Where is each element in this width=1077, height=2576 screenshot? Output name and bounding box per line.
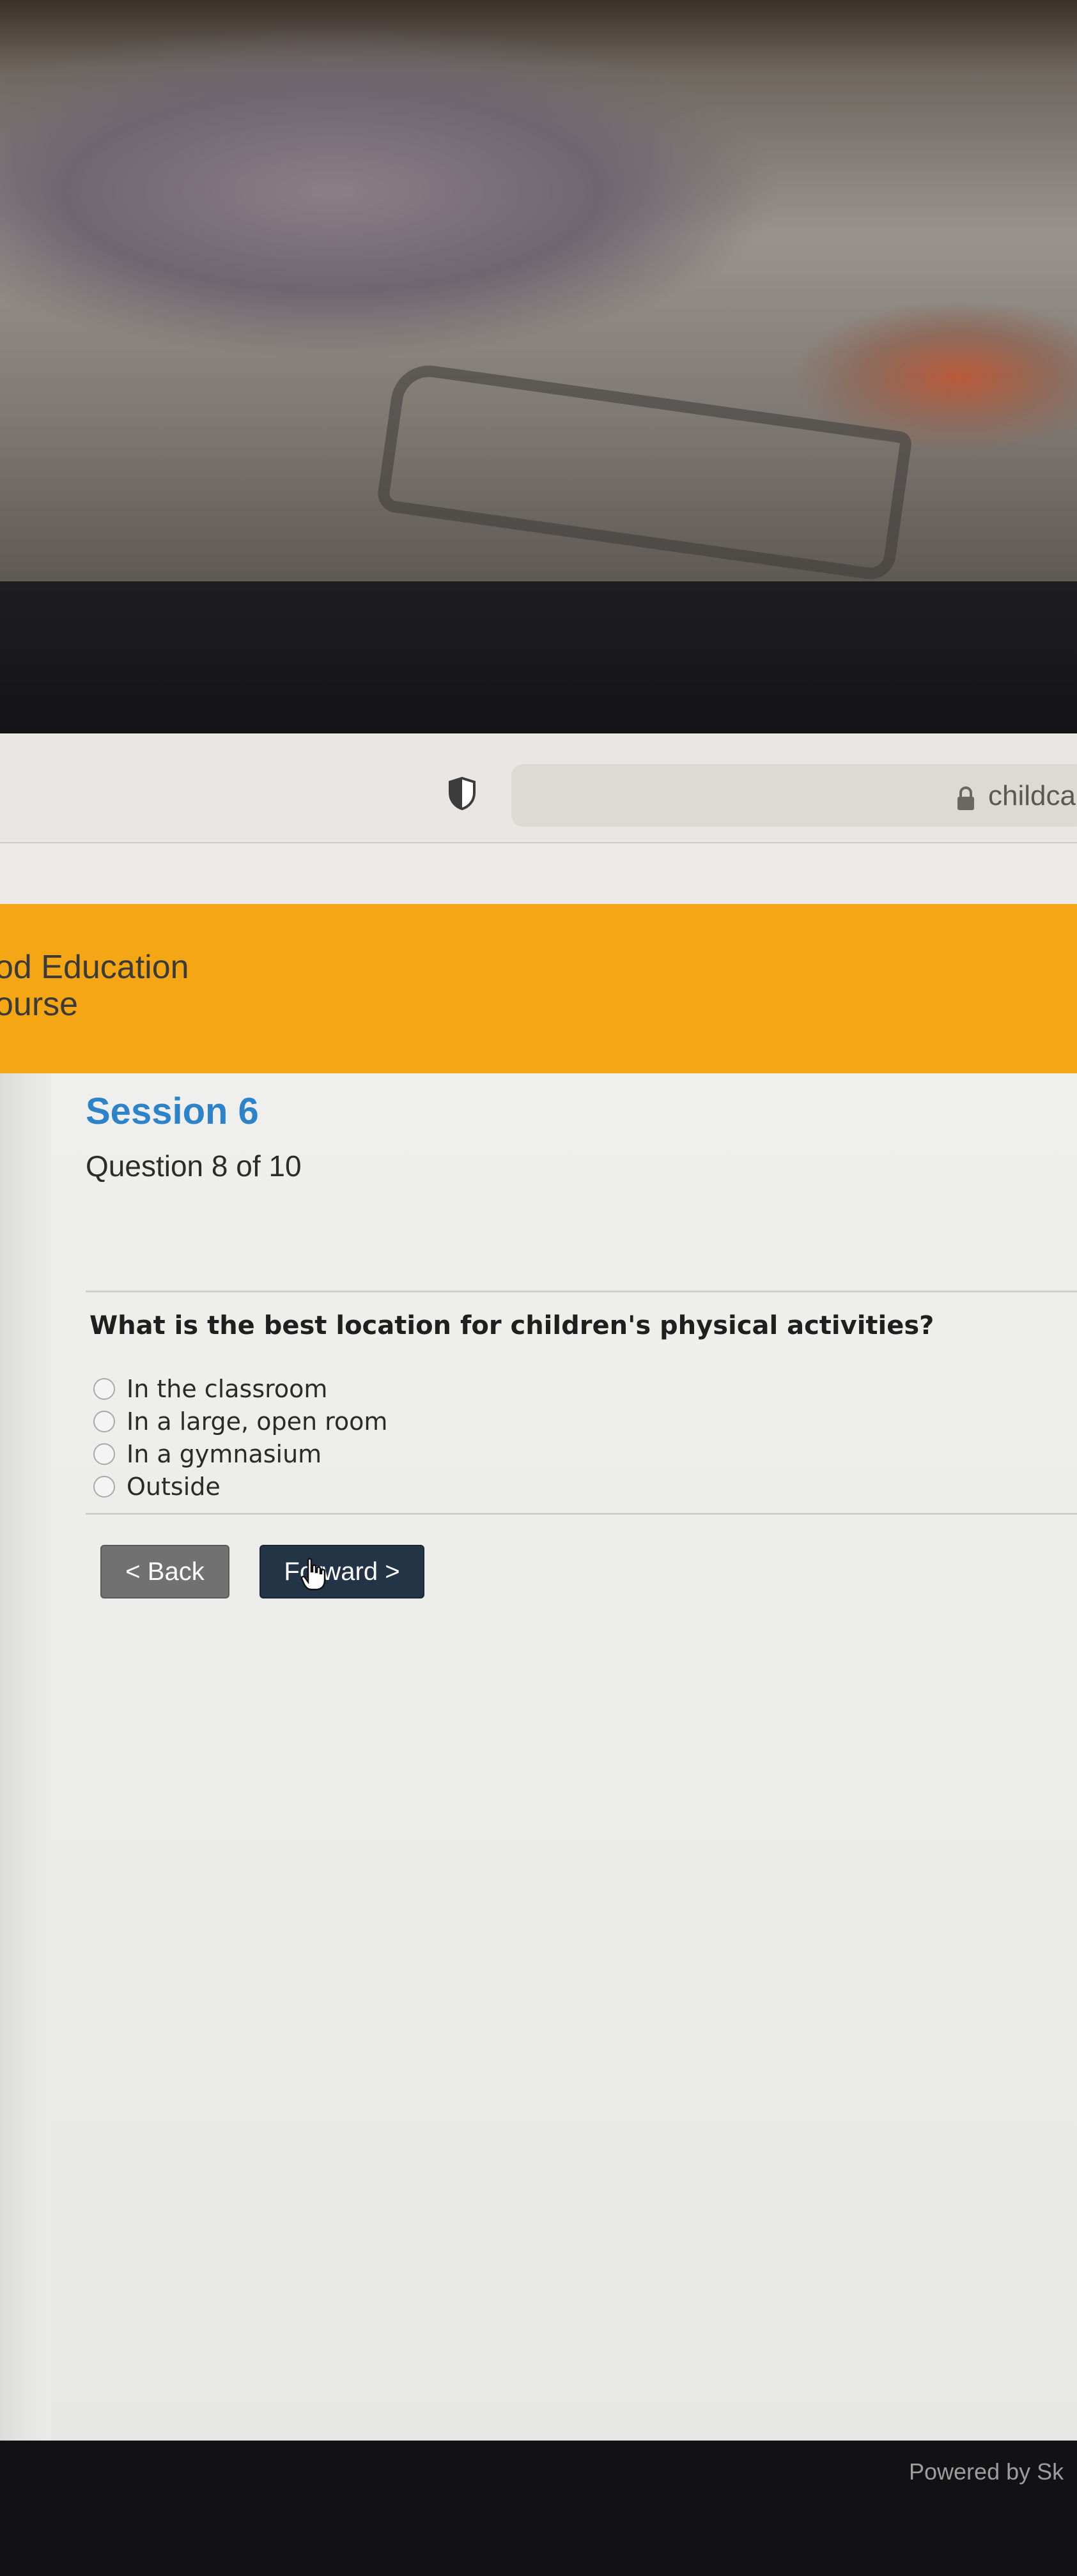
monitor-top-bezel xyxy=(0,581,1077,735)
shield-icon[interactable] xyxy=(447,776,477,811)
answer-option[interactable]: In a gymnasium xyxy=(93,1438,387,1470)
site-title: od Education ourse xyxy=(0,949,189,1023)
radio-button[interactable] xyxy=(93,1377,115,1400)
hand-pointer-icon xyxy=(300,1558,326,1591)
radio-button[interactable] xyxy=(93,1410,115,1432)
radio-button[interactable] xyxy=(93,1475,115,1498)
answer-option[interactable]: Outside xyxy=(93,1470,387,1503)
answer-option-label[interactable]: Outside xyxy=(127,1473,221,1501)
site-title-line2: ourse xyxy=(0,986,79,1023)
answer-option[interactable]: In the classroom xyxy=(93,1372,387,1405)
answer-option-label[interactable]: In a large, open room xyxy=(127,1407,387,1436)
session-title: Session 6 xyxy=(86,1091,259,1132)
powered-by-text: Powered by Sk xyxy=(909,2458,1064,2485)
background-photo xyxy=(0,0,1077,588)
answer-option-label[interactable]: In the classroom xyxy=(127,1375,327,1403)
radio-button[interactable] xyxy=(93,1443,115,1465)
answer-options: In the classroom In a large, open room I… xyxy=(93,1372,387,1503)
site-title-line1: od Education xyxy=(0,949,189,986)
divider-bottom xyxy=(86,1513,1077,1515)
browser-bookmarks-strip xyxy=(0,843,1077,905)
background-blanket-pattern xyxy=(375,360,913,583)
divider-top xyxy=(86,1291,1077,1292)
question-progress: Question 8 of 10 xyxy=(86,1149,302,1183)
question-text: What is the best location for children's… xyxy=(89,1311,934,1340)
page-left-edge xyxy=(0,1073,51,2441)
back-button[interactable]: < Back xyxy=(100,1545,229,1598)
answer-option[interactable]: In a large, open room xyxy=(93,1405,387,1438)
answer-option-label[interactable]: In a gymnasium xyxy=(127,1440,322,1468)
address-bar-url[interactable]: childca xyxy=(988,780,1076,812)
forward-button[interactable]: Forward > xyxy=(260,1545,424,1598)
lock-icon xyxy=(957,786,974,810)
quiz-page xyxy=(0,1073,1077,2441)
